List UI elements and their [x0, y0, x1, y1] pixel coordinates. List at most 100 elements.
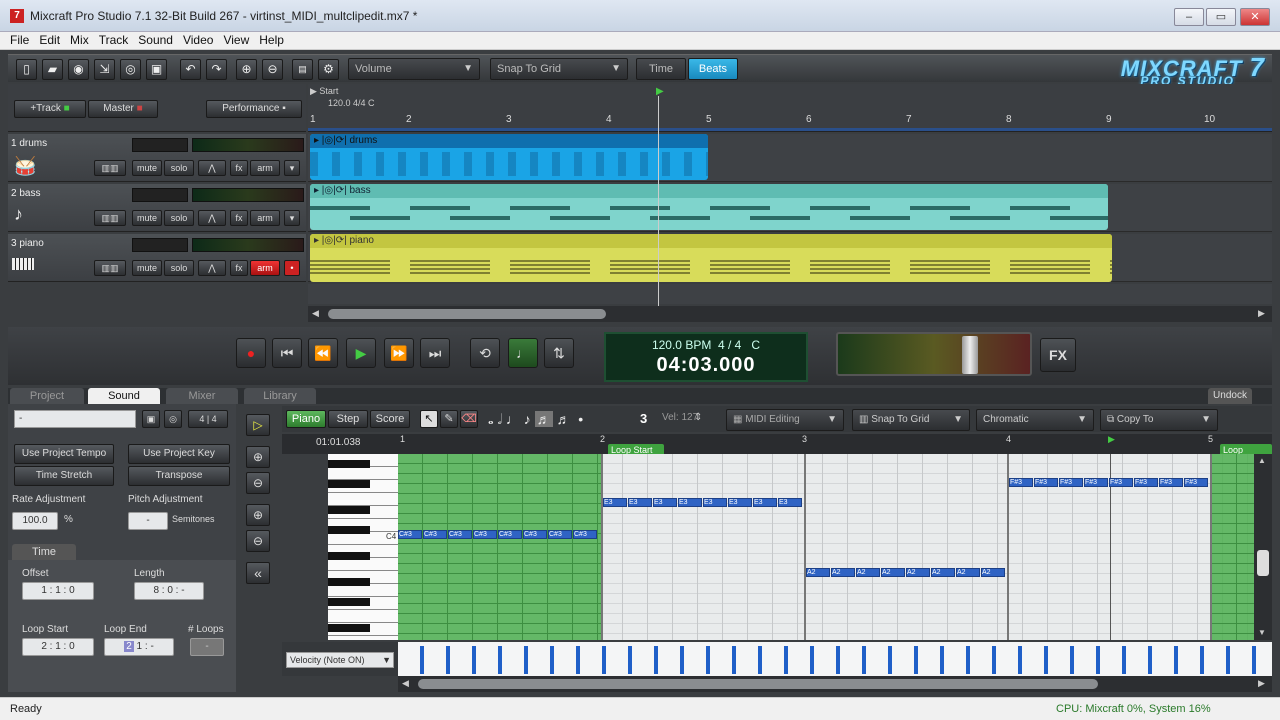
pencil-tool-icon[interactable]: ✎ — [440, 410, 458, 428]
settings-icon[interactable]: ◎ — [164, 410, 182, 428]
playhead-marker-icon[interactable]: ▶ — [1108, 434, 1115, 445]
lane-piano[interactable]: ▸ |◎|⟳| piano — [308, 234, 1272, 282]
mode-piano-button[interactable]: Piano — [286, 410, 326, 428]
master-volume-meter[interactable] — [836, 332, 1032, 376]
mixer-icon[interactable]: ▤ — [292, 59, 313, 80]
velocity-lane[interactable] — [398, 642, 1272, 676]
open-folder-icon[interactable]: ▰ — [42, 59, 63, 80]
time-stretch-button[interactable]: Time Stretch — [14, 466, 114, 486]
midi-note[interactable]: C#3 — [523, 530, 547, 539]
volume-slider[interactable] — [132, 138, 188, 152]
midi-note[interactable]: E3 — [728, 498, 752, 507]
menu-mix[interactable]: Mix — [65, 32, 94, 47]
tab-sound[interactable]: Sound — [88, 388, 160, 404]
midi-note[interactable]: A2 — [981, 568, 1005, 577]
automation-icon[interactable]: ⋀ — [198, 260, 226, 276]
zoom-out-icon[interactable]: ⊖ — [246, 472, 270, 494]
piano-roll-ruler[interactable]: 01:01.038 1 2 3 4 5 ▶ Loop Start Loop — [282, 434, 1272, 456]
master-volume-knob[interactable] — [962, 336, 978, 374]
vertical-scrollbar[interactable]: ▲ ▼ — [1254, 454, 1272, 640]
export-icon[interactable]: ▣ — [146, 59, 167, 80]
lock-icon[interactable]: ▣ — [142, 410, 160, 428]
pan-slider[interactable] — [192, 238, 304, 252]
midi-note[interactable]: F#3 — [1159, 478, 1183, 487]
record-button[interactable]: ● — [236, 338, 266, 368]
new-file-icon[interactable]: ▯ — [16, 59, 37, 80]
gear-icon[interactable]: ⚙ — [318, 59, 339, 80]
loop-bar[interactable] — [308, 128, 1272, 131]
fast-forward-button[interactable]: ⏩ — [384, 338, 414, 368]
note-length-icons[interactable]: 𝅝 𝅗𝅥 ♩ ♪ ♬ ♬ • — [488, 411, 583, 428]
volume-dropdown[interactable]: Volume ▼ — [348, 58, 480, 80]
midi-note[interactable]: C#3 — [448, 530, 472, 539]
time-button[interactable]: Time — [636, 58, 686, 80]
clip-piano[interactable]: ▸ |◎|⟳| piano — [310, 234, 1112, 282]
mute-button[interactable]: mute — [132, 160, 162, 176]
solo-button[interactable]: solo — [164, 160, 194, 176]
scrollbar-thumb[interactable] — [328, 309, 606, 319]
fx-button[interactable]: fx — [230, 260, 248, 276]
velocity-spinner-icon[interactable]: ⇕ — [694, 412, 702, 423]
scroll-left-icon[interactable]: ◀ — [312, 308, 319, 319]
midi-note[interactable]: C#3 — [548, 530, 572, 539]
menu-view[interactable]: View — [218, 32, 254, 47]
midi-note[interactable]: C#3 — [573, 530, 597, 539]
record-dot-icon[interactable]: • — [284, 260, 300, 276]
fx-button[interactable]: fx — [230, 210, 248, 226]
piano-roll-hscrollbar[interactable]: ◀ ▶ — [398, 676, 1272, 692]
timeline-ruler[interactable]: ▶ Start 120.0 4/4 C 1 2 3 4 5 6 7 8 9 10… — [308, 84, 1272, 132]
tab-library[interactable]: Library — [244, 388, 316, 404]
volume-slider[interactable] — [132, 188, 188, 202]
vertical-zoom-in-icon[interactable]: ⊕ — [246, 504, 270, 526]
go-to-start-button[interactable]: ⏮ — [272, 338, 302, 368]
track-menu-button[interactable]: ▾ — [284, 210, 300, 226]
fx-button[interactable]: fx — [230, 160, 248, 176]
midi-note[interactable]: C#3 — [473, 530, 497, 539]
save-icon[interactable]: ◉ — [68, 59, 89, 80]
zoom-out-icon[interactable]: ⊖ — [262, 59, 283, 80]
midi-note[interactable]: E3 — [653, 498, 677, 507]
add-track-button[interactable]: +Track ■ — [14, 100, 86, 118]
empty-lane[interactable] — [308, 284, 1272, 304]
midi-note[interactable]: A2 — [806, 568, 830, 577]
menu-video[interactable]: Video — [178, 32, 218, 47]
midi-note[interactable]: F#3 — [1034, 478, 1058, 487]
piano-keyboard[interactable]: C4 — [328, 454, 398, 640]
mute-button[interactable]: mute — [132, 210, 162, 226]
menu-help[interactable]: Help — [254, 32, 289, 47]
sound-name-field[interactable]: - — [14, 410, 136, 428]
midi-note[interactable]: A2 — [831, 568, 855, 577]
menu-sound[interactable]: Sound — [133, 32, 178, 47]
tab-mixer[interactable]: Mixer — [166, 388, 238, 404]
midi-editing-dropdown[interactable]: ▦ MIDI Editing ▼ — [726, 409, 844, 431]
go-to-end-button[interactable]: ⏭ — [420, 338, 450, 368]
import-icon[interactable]: ⇲ — [94, 59, 115, 80]
keyboard-icon[interactable]: ▥▥ — [94, 210, 126, 226]
copy-to-dropdown[interactable]: ⧉ Copy To ▼ — [1100, 409, 1218, 431]
lane-drums[interactable]: ▸ |◎|⟳| drums — [308, 134, 1272, 182]
eraser-tool-icon[interactable]: ⌫ — [460, 410, 478, 428]
midi-note[interactable]: C#3 — [423, 530, 447, 539]
quantize-value[interactable]: 3 — [640, 411, 647, 426]
menu-track[interactable]: Track — [94, 32, 134, 47]
midi-note[interactable]: F#3 — [1084, 478, 1108, 487]
horizontal-scrollbar[interactable]: ◀ ▶ — [308, 306, 1272, 322]
midi-note[interactable]: A2 — [931, 568, 955, 577]
meter-display[interactable]: 4 | 4 — [188, 410, 228, 428]
play-button[interactable]: ▶ — [346, 338, 376, 368]
loops-field[interactable]: - — [190, 638, 224, 656]
midi-note[interactable]: A2 — [906, 568, 930, 577]
midi-note[interactable]: A2 — [881, 568, 905, 577]
track-menu-button[interactable]: ▾ — [284, 160, 300, 176]
loop-start-field[interactable]: 2 : 1 : 0 — [22, 638, 94, 656]
track-name[interactable]: 2 bass — [11, 188, 40, 199]
performance-button[interactable]: Performance ▪ — [206, 100, 302, 118]
track-header-drums[interactable]: 1 drums 🥁 ▥▥ mute solo ⋀ fx arm ▾ — [8, 134, 306, 182]
pan-slider[interactable] — [192, 188, 304, 202]
snap-to-grid-dropdown[interactable]: ▥ Snap To Grid ▼ — [852, 409, 970, 431]
arm-button[interactable]: arm — [250, 160, 280, 176]
scroll-down-icon[interactable]: ▼ — [1258, 628, 1266, 637]
transpose-button[interactable]: Transpose — [128, 466, 230, 486]
maximize-button[interactable]: ▭ — [1206, 8, 1236, 26]
rewind-button[interactable]: ⏪ — [308, 338, 338, 368]
